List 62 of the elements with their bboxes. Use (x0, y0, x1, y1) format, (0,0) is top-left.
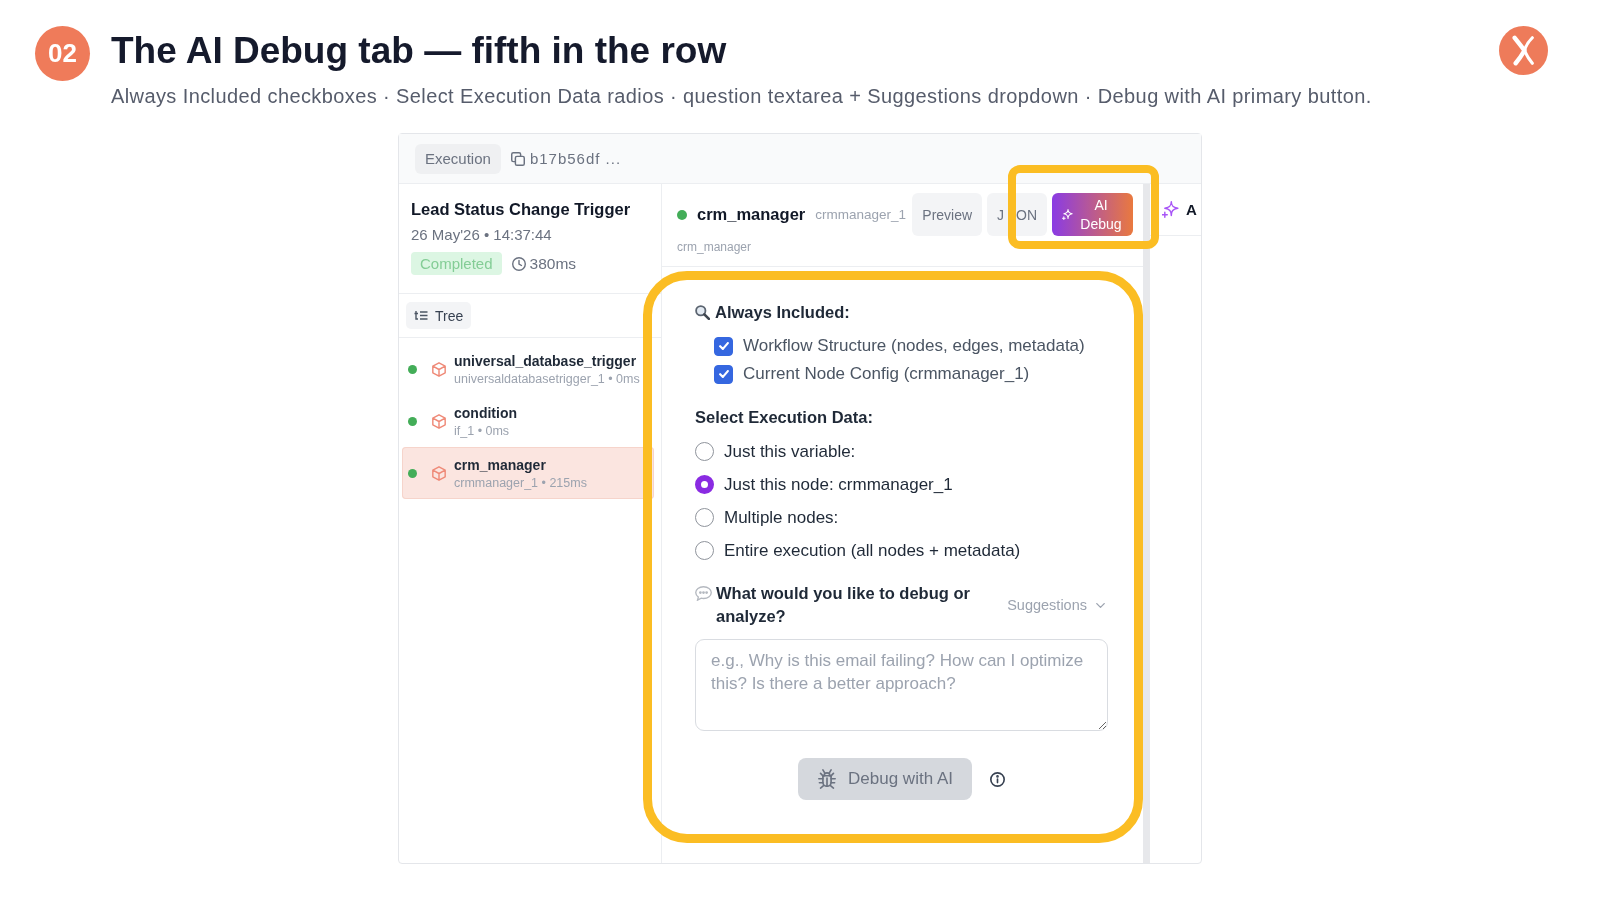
chevron-down-icon (1096, 602, 1105, 608)
checkbox-label: Workflow Structure (nodes, edges, metadata) (743, 336, 1085, 356)
status-dot-icon (408, 416, 417, 426)
tree-item[interactable]: condition if_1 • 0ms (402, 395, 654, 447)
copy-icon[interactable] (510, 151, 525, 166)
clock-icon (511, 256, 526, 271)
node-title: crm_manager (697, 205, 806, 224)
run-timestamp: 26 May'26 • 14:37:44 (411, 225, 553, 245)
node-name: crm_manager (454, 455, 546, 474)
node-meta: if_1 • 0ms (454, 422, 510, 439)
radio-button[interactable] (695, 508, 714, 527)
radio-label: Just this node: crmmanager_1 (724, 474, 953, 495)
checkbox[interactable] (714, 364, 733, 384)
sparkle-icon (1062, 209, 1073, 220)
node-type-label: crm_manager (677, 240, 753, 254)
slide-title: The AI Debug tab — fifth in the row (111, 29, 727, 73)
tree-item[interactable]: universal_database_trigger universaldatabasetrigger_1 • 0ms (402, 343, 654, 395)
tree-view-toggle[interactable]: Tree (406, 302, 472, 329)
status-dot-icon (677, 209, 687, 220)
question-textarea[interactable]: e.g., Why is this email failing? How can I optimize this? Is there a better approach? (695, 639, 1108, 731)
checkmark-icon (718, 342, 729, 350)
slide-subtitle: Always Included checkboxes · Select Execution Data radios · question textarea + Suggestions dropdown · Debug with AI primary button. (111, 84, 1372, 108)
node-name: condition (454, 403, 517, 422)
cube-icon (432, 361, 446, 377)
run-id-text: b17b56df ... (529, 150, 622, 167)
logo-icon (1499, 26, 1548, 75)
radio-label: Entire execution (all nodes + metadata) (724, 540, 1021, 561)
tree-item[interactable]: crm_manager crmmanager_1 • 215ms (402, 447, 654, 499)
tree-list-icon (414, 309, 428, 322)
question-label: What would you like to debug or analyze? (716, 583, 971, 627)
suggestions-dropdown[interactable]: Suggestions (1007, 597, 1105, 613)
cube-icon (432, 413, 446, 429)
search-icon (695, 304, 710, 320)
info-icon[interactable] (989, 771, 1005, 787)
cube-icon (432, 465, 446, 481)
node-meta: universaldatabasetrigger_1 • 0ms (454, 370, 640, 387)
execution-chip[interactable]: Execution (415, 143, 501, 174)
node-id: crmmanager_1 (815, 207, 907, 222)
node-name: universal_database_trigger (454, 351, 637, 370)
node-meta: crmmanager_1 • 215ms (454, 474, 587, 491)
radio-button[interactable] (695, 475, 714, 494)
tab[interactable]: AI Debug (1052, 193, 1133, 236)
speech-bubble-icon (695, 586, 712, 601)
section-title: Always Included: (715, 302, 850, 322)
side-tab[interactable]: A (1162, 201, 1197, 218)
tab[interactable]: Preview (912, 193, 983, 236)
radio-label: Multiple nodes: (724, 507, 839, 528)
step-number-badge: 02 (35, 26, 90, 81)
section-title: Select Execution Data: (695, 407, 873, 427)
checkmark-icon (718, 370, 729, 378)
checkbox-label: Current Node Config (crmmanager_1) (743, 364, 1030, 384)
radio-button[interactable] (695, 442, 714, 461)
sparkle-icon (1162, 201, 1179, 218)
status-dot-icon (408, 468, 417, 478)
run-title: Lead Status Change Trigger (411, 199, 632, 219)
radio-button[interactable] (695, 541, 714, 560)
checkbox[interactable] (714, 336, 733, 356)
status-dot-icon (408, 364, 417, 374)
bug-icon (818, 769, 837, 789)
radio-label: Just this variable: (724, 441, 856, 462)
status-tag: Completed (411, 252, 502, 275)
duration-text: 380ms (529, 254, 577, 273)
